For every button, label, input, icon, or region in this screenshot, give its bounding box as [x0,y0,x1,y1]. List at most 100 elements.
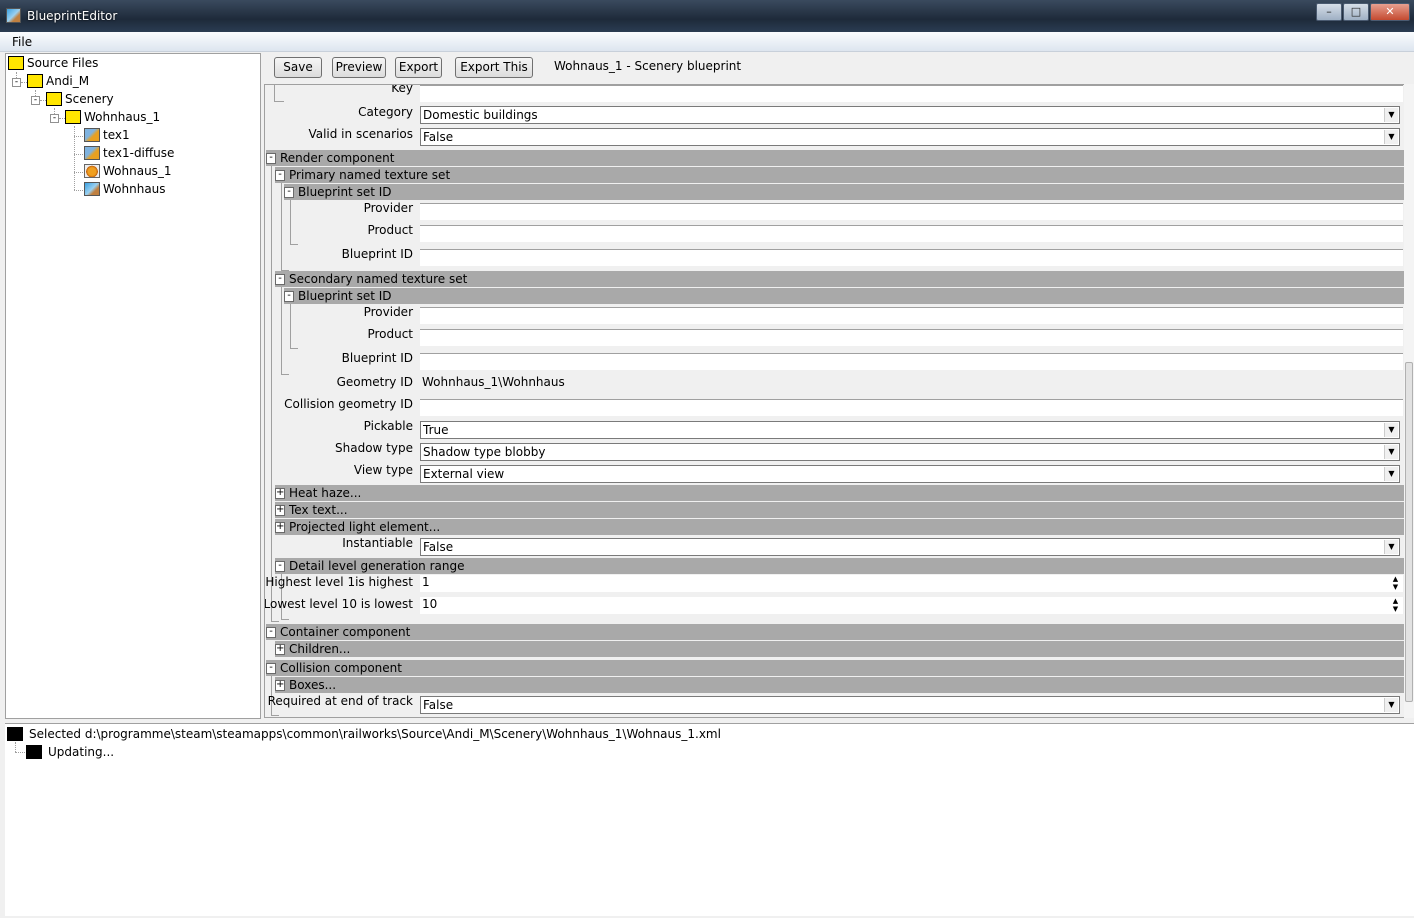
blueprint-id-label: Blueprint ID [341,247,413,261]
shadow-type-select[interactable]: Shadow type blobby ▼ [420,443,1400,461]
chevron-down-icon[interactable]: ▼ [1384,108,1398,122]
product-field-2[interactable] [420,329,1403,346]
expand-icon[interactable]: + [275,680,285,691]
collapse-icon[interactable]: - [275,170,285,181]
property-scrollbar[interactable] [1404,84,1414,718]
menu-file[interactable]: File [12,35,32,49]
collapse-icon[interactable]: - [12,78,21,87]
view-type-value: External view [423,467,505,481]
tree-item-wohnhaus-1[interactable]: Wohnhaus_1 [65,108,160,125]
section-title: Boxes... [289,678,337,692]
instantiable-select[interactable]: False ▼ [420,538,1400,556]
preview-button[interactable]: Preview [332,57,386,78]
tree-item-label: Wohnaus_1 [103,163,172,178]
expand-icon[interactable]: + [275,488,285,499]
tree-item-tex1[interactable]: tex1 [84,126,130,143]
expand-icon[interactable]: + [275,644,285,655]
collapse-icon[interactable]: - [284,291,294,302]
chevron-down-icon[interactable]: ▼ [1384,698,1398,712]
expand-icon[interactable]: + [275,522,285,533]
geometry-id-field[interactable]: Wohnhaus_1\Wohnhaus [420,375,1403,392]
projected-light-header[interactable]: + Projected light element... [275,519,1406,535]
tree-line [74,136,83,137]
tex-text-header[interactable]: + Tex text... [275,502,1406,518]
log-panel: Selected d:\programme\steam\steamapps\co… [5,723,1414,916]
section-title: Detail level generation range [289,559,465,573]
lowest-level-stepper[interactable]: 10 ▲ ▼ [420,597,1403,614]
blueprint-set-id-header-2[interactable]: - Blueprint set ID [284,288,1406,304]
log-entry-selected[interactable]: Selected d:\programme\steam\steamapps\co… [7,727,721,741]
minimize-button[interactable]: – [1316,3,1342,21]
children-header[interactable]: + Children... [275,641,1406,657]
key-field[interactable] [420,85,1403,102]
section-title: Blueprint set ID [298,185,392,199]
collision-component-header[interactable]: - Collision component [266,660,1406,676]
close-button[interactable]: ✕ [1370,3,1410,21]
tree-line [74,154,83,155]
provider-field[interactable] [420,203,1403,220]
scrollbar-thumb[interactable] [1405,362,1413,702]
highest-level-stepper[interactable]: 1 ▲ ▼ [420,575,1403,592]
section-title: Collision component [280,661,402,675]
spin-arrows-icon[interactable]: ▲ ▼ [1390,575,1401,591]
export-this-button[interactable]: Export This [455,57,533,78]
view-type-select[interactable]: External view ▼ [420,465,1400,483]
product-label: Product [367,327,413,341]
tree-item-wohnhaus[interactable]: Wohnhaus [84,180,166,197]
pickable-select[interactable]: True ▼ [420,421,1400,439]
collision-geometry-field[interactable] [420,399,1403,416]
collapse-icon[interactable]: - [31,96,40,105]
save-button[interactable]: Save [274,57,322,78]
provider-field-2[interactable] [420,307,1403,324]
chevron-down-icon[interactable]: ▼ [1384,540,1398,554]
tree-item-source-files[interactable]: Source Files [8,54,98,71]
expand-icon[interactable]: + [275,505,285,516]
chevron-down-icon[interactable]: ▼ [1384,423,1398,437]
collapse-icon[interactable]: - [275,274,285,285]
primary-texture-set-header[interactable]: - Primary named texture set [275,167,1406,183]
category-select[interactable]: Domestic buildings ▼ [420,106,1400,124]
detail-range-header[interactable]: - Detail level generation range [275,558,1406,574]
chevron-down-icon[interactable]: ▼ [1384,130,1398,144]
section-title: Tex text... [289,503,348,517]
maximize-button[interactable]: □ [1343,3,1369,21]
container-component-header[interactable]: - Container component [266,624,1406,640]
boxes-header[interactable]: + Boxes... [275,677,1406,693]
collapse-icon[interactable]: - [284,187,294,198]
valid-select[interactable]: False ▼ [420,128,1400,146]
spin-arrows-icon[interactable]: ▲ ▼ [1390,597,1401,613]
key-label: Key [391,84,413,95]
collapse-icon[interactable]: - [266,627,276,638]
collapse-icon[interactable]: - [275,561,285,572]
section-title: Render component [280,151,395,165]
tree-item-tex1-diffuse[interactable]: tex1-diffuse [84,144,174,161]
blueprint-id-field[interactable] [420,249,1403,266]
blueprint-set-id-header[interactable]: - Blueprint set ID [284,184,1406,200]
group-bracket [274,85,284,102]
tree-line [15,742,16,752]
blueprint-id-field-2[interactable] [420,353,1403,370]
instantiable-value: False [423,540,454,554]
secondary-texture-set-header[interactable]: - Secondary named texture set [275,271,1406,287]
section-title: Secondary named texture set [289,272,468,286]
required-end-track-label: Required at end of track [267,694,413,708]
tree-item-scenery[interactable]: Scenery [46,90,114,107]
collapse-icon[interactable]: - [266,663,276,674]
collapse-icon[interactable]: - [266,153,276,164]
log-entry-updating[interactable]: Updating... [26,745,114,759]
required-end-track-select[interactable]: False ▼ [420,696,1400,714]
property-grid: Key Category Domestic buildings ▼ Valid … [264,84,1414,718]
collapse-icon[interactable]: - [50,114,59,123]
log-node-icon [7,727,23,741]
tree-item-andi-m[interactable]: Andi_M [27,72,89,89]
log-text: Selected d:\programme\steam\steamapps\co… [29,727,721,741]
tree-item-wohnaus-1[interactable]: Wohnaus_1 [84,162,172,179]
render-component-header[interactable]: - Render component [266,150,1406,166]
chevron-down-icon[interactable]: ▼ [1384,467,1398,481]
product-field[interactable] [420,225,1403,242]
section-title: Blueprint set ID [298,289,392,303]
heat-haze-header[interactable]: + Heat haze... [275,485,1406,501]
chevron-down-icon[interactable]: ▼ [1384,445,1398,459]
export-button[interactable]: Export [395,57,442,78]
tree-item-label: tex1-diffuse [103,145,175,160]
